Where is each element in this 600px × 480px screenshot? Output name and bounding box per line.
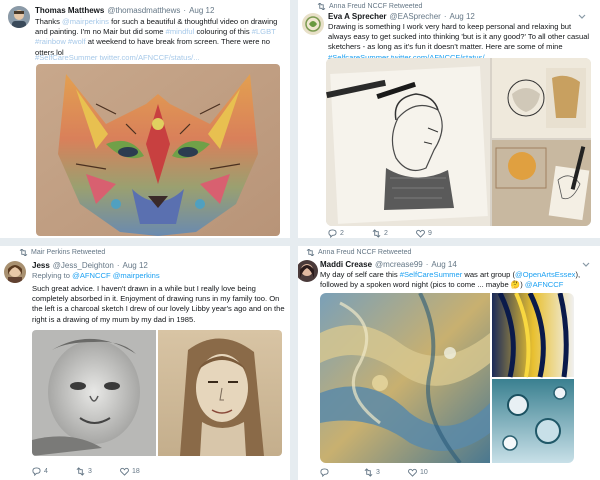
reply-icon (32, 467, 41, 476)
hashtag[interactable]: #mindful (166, 27, 195, 36)
tweet-card-maddi[interactable]: Anna Freud NCCF Retweeted Maddi Crease @… (298, 246, 600, 480)
retweet-label[interactable]: Anna Freud NCCF Retweeted (318, 249, 411, 256)
retweet-icon (372, 229, 381, 238)
avatar[interactable] (8, 6, 30, 28)
heart-icon (408, 468, 417, 477)
like-button[interactable]: 10 (408, 468, 428, 477)
tweet-actions: 3 10 (320, 468, 428, 477)
retweet-label[interactable]: Mair Perkins Retweeted (31, 249, 105, 256)
text-run: Drawing is something I work very hard to… (328, 22, 590, 52)
like-button[interactable]: 18 (120, 467, 140, 476)
tweet-actions: 4 3 18 (32, 467, 140, 476)
reply-count: 2 (340, 230, 344, 237)
separator: · (425, 260, 429, 269)
reply-button[interactable] (320, 468, 364, 477)
sketch-photos[interactable] (326, 58, 591, 226)
like-count: 10 (420, 469, 428, 476)
retweet-button[interactable]: 3 (76, 467, 120, 476)
retweet-count: 2 (384, 230, 388, 237)
avatar[interactable] (298, 260, 318, 282)
tweet-card-eva[interactable]: Anna Freud NCCF Retweeted Eva A Sprecher… (298, 0, 600, 238)
reply-icon (320, 468, 329, 477)
retweet-icon (317, 3, 326, 10)
separator: · (116, 261, 120, 270)
heart-icon (416, 229, 425, 238)
mention[interactable]: @mairperkins (62, 17, 109, 26)
chevron-down-icon[interactable] (578, 14, 586, 20)
retweet-count: 3 (88, 468, 92, 475)
reply-prefix: Replying to (32, 271, 73, 280)
display-name[interactable]: Thomas Matthews (35, 6, 104, 15)
retweet-icon (306, 249, 315, 256)
wolf-colouring-image[interactable] (36, 64, 280, 236)
text-run: My day of self care this (320, 270, 400, 279)
timestamp[interactable]: Aug 12 (189, 6, 214, 15)
retweet-button[interactable]: 3 (364, 468, 408, 477)
like-count: 18 (132, 468, 140, 475)
tweet-card-jess[interactable]: Mair Perkins Retweeted Jess @Jess_Deight… (0, 246, 290, 480)
reply-button[interactable]: 4 (32, 467, 76, 476)
art-photos[interactable] (320, 293, 574, 463)
handle[interactable]: @EASprecher (390, 12, 441, 21)
reply-count: 4 (44, 468, 48, 475)
handle[interactable]: @thomasdmatthews (107, 6, 180, 15)
mention-link[interactable]: @AFNCCF (525, 280, 564, 289)
avatar[interactable] (4, 261, 26, 283)
tweet-text: Drawing is something I work very hard to… (328, 22, 596, 63)
hashtag-link[interactable]: #SelfCareSummer (400, 270, 462, 279)
avatar[interactable] (302, 13, 324, 35)
retweet-count: 3 (376, 469, 380, 476)
reply-button[interactable]: 2 (328, 229, 372, 238)
display-name[interactable]: Eva A Sprecher (328, 12, 387, 21)
retweet-button[interactable]: 2 (372, 229, 416, 238)
timestamp[interactable]: Aug 12 (449, 12, 474, 21)
separator: · (183, 6, 187, 15)
retweet-icon (364, 468, 373, 477)
tweet-text: Thanks @mairperkins for such a beautiful… (35, 17, 283, 58)
retweet-banner: Mair Perkins Retweeted (19, 249, 105, 256)
handle[interactable]: @mcrease99 (375, 260, 423, 269)
tweet-card-thomas[interactable]: Thomas Matthews @thomasdmatthews · Aug 1… (0, 0, 290, 238)
text-run: was art group ( (462, 270, 515, 279)
retweet-banner: Anna Freud NCCF Retweeted (317, 3, 422, 10)
retweet-icon (76, 467, 85, 476)
handle[interactable]: @Jess_Deighton (53, 261, 114, 270)
tweet-actions: 2 2 9 (328, 229, 432, 238)
chevron-down-icon[interactable] (582, 262, 590, 268)
heart-icon (120, 467, 129, 476)
retweet-icon (19, 249, 28, 256)
timestamp[interactable]: Aug 14 (431, 260, 456, 269)
text-run: Thanks (35, 17, 63, 26)
retweet-banner: Anna Freud NCCF Retweeted (306, 249, 411, 256)
like-button[interactable]: 9 (416, 229, 432, 238)
display-name[interactable]: Jess (32, 261, 50, 270)
tweet-text: My day of self care this #SelfCareSummer… (320, 270, 594, 290)
reply-icon (328, 229, 337, 238)
drawing-photos[interactable] (32, 330, 282, 456)
timestamp[interactable]: Aug 12 (123, 261, 148, 270)
thinking-emoji: 🤔 (510, 280, 521, 290)
reply-mentions[interactable]: @AFNCCF @mairperkins (72, 271, 160, 280)
display-name[interactable]: Maddi Crease (320, 260, 372, 269)
tweet-text: Such great advice. I haven't drawn in a … (32, 284, 285, 324)
retweet-label[interactable]: Anna Freud NCCF Retweeted (329, 3, 422, 10)
like-count: 9 (428, 230, 432, 237)
replying-to: Replying to @AFNCCF @mairperkins (32, 271, 160, 280)
text-run: colouring of this (194, 27, 252, 37)
separator: · (443, 12, 447, 21)
mention-link[interactable]: @OpenArtsEssex (515, 270, 575, 279)
tags-link[interactable]: #SelfCareSummer twitter.com/AFNCCF/statu… (35, 53, 283, 63)
